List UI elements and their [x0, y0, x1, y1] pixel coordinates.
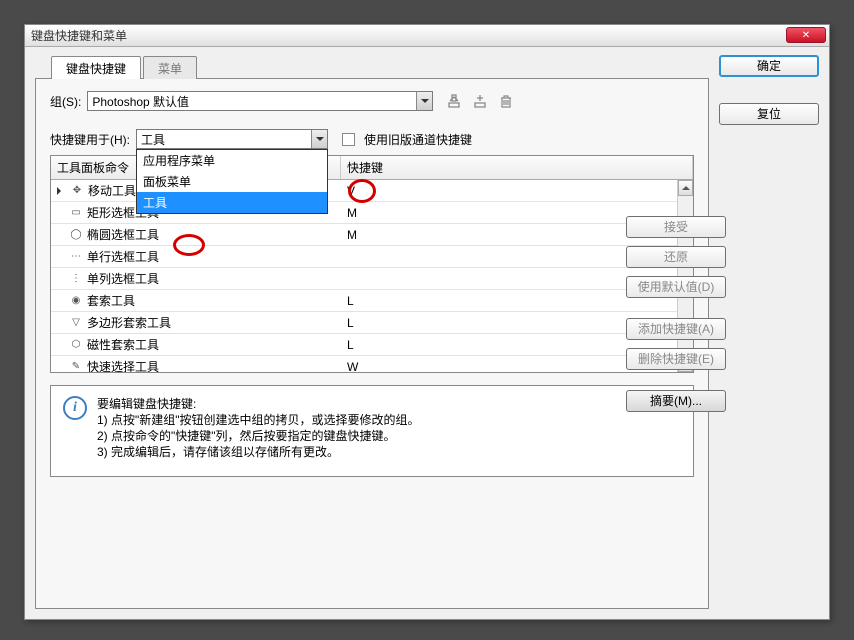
accept-button[interactable]: 接受 — [626, 216, 726, 238]
table-row[interactable]: ◯椭圆选框工具M — [51, 224, 693, 246]
close-button[interactable]: ✕ — [786, 27, 826, 43]
poly-lasso-icon: ▽ — [69, 316, 83, 330]
delete-set-icon[interactable] — [497, 92, 515, 110]
magnetic-lasso-icon: ⬡ — [69, 338, 83, 352]
expand-icon — [57, 187, 65, 195]
tab-menus[interactable]: 菜单 — [143, 56, 197, 79]
for-select[interactable]: 工具 应用程序菜单 面板菜单 工具 — [136, 129, 328, 149]
table-row[interactable]: ✎快速选择工具W — [51, 356, 693, 372]
delete-shortcut-button[interactable]: 删除快捷键(E) — [626, 348, 726, 370]
side-buttons: 接受 还原 使用默认值(D) 添加快捷键(A) 删除快捷键(E) 摘要(M)..… — [626, 216, 726, 412]
dropdown-item-panel-menus[interactable]: 面板菜单 — [137, 171, 327, 192]
reset-button[interactable]: 复位 — [719, 103, 819, 125]
titlebar[interactable]: 键盘快捷键和菜单 ✕ — [25, 25, 829, 47]
tab-shortcuts[interactable]: 键盘快捷键 — [51, 56, 141, 79]
table-row[interactable]: ◉套索工具L — [51, 290, 693, 312]
table-row[interactable]: ⋮单列选框工具 — [51, 268, 693, 290]
dropdown-item-tools[interactable]: 工具 — [137, 192, 327, 213]
legacy-checkbox[interactable] — [342, 133, 355, 146]
rect-marquee-icon: ▭ — [69, 206, 83, 220]
summary-button[interactable]: 摘要(M)... — [626, 390, 726, 412]
move-tool-icon: ✥ — [70, 184, 84, 198]
dropdown-item-app-menus[interactable]: 应用程序菜单 — [137, 150, 327, 171]
for-select-value: 工具 — [141, 131, 165, 148]
set-icons — [445, 92, 515, 110]
info-icon: i — [63, 396, 87, 420]
add-shortcut-button[interactable]: 添加快捷键(A) — [626, 318, 726, 340]
row-marquee-icon: ⋯ — [69, 250, 83, 264]
table-row[interactable]: ⬡磁性套索工具L — [51, 334, 693, 356]
set-select-value: Photoshop 默认值 — [92, 93, 189, 110]
left-pane: 键盘快捷键 菜单 组(S): Photoshop 默认值 — [35, 55, 709, 609]
set-row: 组(S): Photoshop 默认值 — [50, 91, 694, 111]
info-box: i 要编辑键盘快捷键: 1) 点按"新建组"按钮创建选中组的拷贝，或选择要修改的… — [50, 385, 694, 477]
dialog-title: 键盘快捷键和菜单 — [31, 27, 127, 44]
for-label: 快捷键用于(H): — [50, 131, 130, 148]
lasso-icon: ◉ — [69, 294, 83, 308]
ok-button[interactable]: 确定 — [719, 55, 819, 77]
undo-button[interactable]: 还原 — [626, 246, 726, 268]
tab-body: 组(S): Photoshop 默认值 快捷键用于(H): 工具 — [35, 78, 709, 609]
use-default-button[interactable]: 使用默认值(D) — [626, 276, 726, 298]
legacy-label: 使用旧版通道快捷键 — [364, 131, 472, 148]
for-row: 快捷键用于(H): 工具 应用程序菜单 面板菜单 工具 使用旧版通道快捷键 — [50, 129, 694, 149]
info-text: 要编辑键盘快捷键: 1) 点按"新建组"按钮创建选中组的拷贝，或选择要修改的组。… — [97, 396, 420, 460]
tabs: 键盘快捷键 菜单 — [51, 55, 709, 78]
new-set-icon[interactable] — [471, 92, 489, 110]
set-label: 组(S): — [50, 93, 81, 110]
ellipse-marquee-icon: ◯ — [69, 228, 83, 242]
col-marquee-icon: ⋮ — [69, 272, 83, 286]
chevron-down-icon[interactable] — [311, 130, 327, 148]
save-set-icon[interactable] — [445, 92, 463, 110]
table-row[interactable]: ⋯单行选框工具 — [51, 246, 693, 268]
table-row[interactable]: ▽多边形套索工具L — [51, 312, 693, 334]
th-shortcut[interactable]: 快捷键 — [341, 156, 693, 179]
chevron-down-icon[interactable] — [416, 92, 432, 110]
right-pane: 确定 复位 — [719, 55, 819, 609]
dialog: 键盘快捷键和菜单 ✕ 键盘快捷键 菜单 组(S): Photoshop 默认值 — [24, 24, 830, 620]
scroll-up-icon[interactable] — [678, 180, 693, 196]
for-dropdown: 应用程序菜单 面板菜单 工具 — [136, 149, 328, 214]
set-select[interactable]: Photoshop 默认值 — [87, 91, 433, 111]
quick-select-icon: ✎ — [69, 360, 83, 373]
